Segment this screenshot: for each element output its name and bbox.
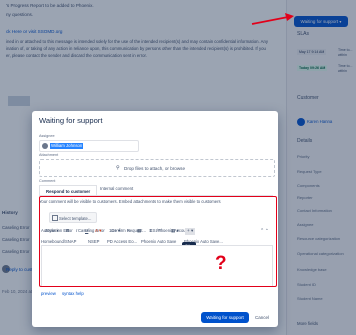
submit-button[interactable]: Waiting for support	[201, 312, 249, 323]
dialog-title: Waiting for support	[39, 116, 103, 125]
visibility-note: Your comment will be visible to customer…	[39, 199, 221, 204]
annotation-arrow	[251, 13, 294, 25]
image-icon[interactable]: ▦	[137, 228, 141, 234]
syntax-help-link[interactable]: syntax help	[62, 291, 84, 296]
underline-icon[interactable]: U	[85, 228, 88, 234]
editor-toolbar-row: Style ▾ B I U A ▾ 14+ ▾ ∞ ▦ ≡ ≡ ▦ ▾ + ▾ …	[41, 228, 271, 237]
text-style-dropdown[interactable]: Style ▾	[45, 228, 59, 234]
cancel-button[interactable]: Cancel	[255, 315, 269, 321]
collapse-toolbar-icon[interactable]: ⌃	[265, 228, 269, 234]
paperclip-icon: ⚲	[116, 165, 120, 171]
link-icon[interactable]: ∞	[127, 228, 130, 234]
select-template-button[interactable]: Select template...	[49, 212, 97, 223]
tab-divider	[39, 195, 273, 196]
avatar	[42, 143, 48, 149]
select-template-label: Select template...	[59, 215, 92, 221]
template-icon	[52, 215, 58, 221]
bullet-list-icon[interactable]: ≡	[149, 228, 152, 234]
submit-button-label: Waiting for support	[206, 315, 244, 320]
attachment-label: Attachment	[39, 153, 59, 157]
comment-editor[interactable]	[41, 245, 273, 287]
comment-label: Comment	[39, 179, 56, 183]
tab-internal-comment[interactable]: Internal comment	[100, 186, 133, 191]
attachment-dropzone[interactable]: ⚲ Drop files to attach, or browse	[39, 159, 275, 177]
table-icon[interactable]: ▦ ▾	[171, 228, 179, 234]
assignee-field[interactable]: William Johnson	[39, 140, 139, 152]
assignee-value: William Johnson	[50, 143, 84, 149]
insert-other-icon[interactable]: + ▾	[185, 228, 196, 235]
transition-dialog: Waiting for support Assignee William Joh…	[32, 111, 278, 327]
font-size-dropdown[interactable]: 14+ ▾	[109, 228, 120, 234]
assignee-label: Assignee	[39, 134, 55, 138]
question-mark: ?	[215, 253, 227, 274]
numbered-list-icon[interactable]: ≡	[159, 228, 162, 234]
italic-icon[interactable]: I	[76, 228, 77, 234]
preview-link[interactable]: preview	[41, 291, 56, 296]
bold-icon[interactable]: B	[66, 228, 69, 234]
drop-text: Drop files to attach, or browse	[124, 165, 186, 171]
tab-label: Respond to customer	[46, 188, 91, 194]
text-color-icon[interactable]: A ▾	[95, 228, 101, 234]
